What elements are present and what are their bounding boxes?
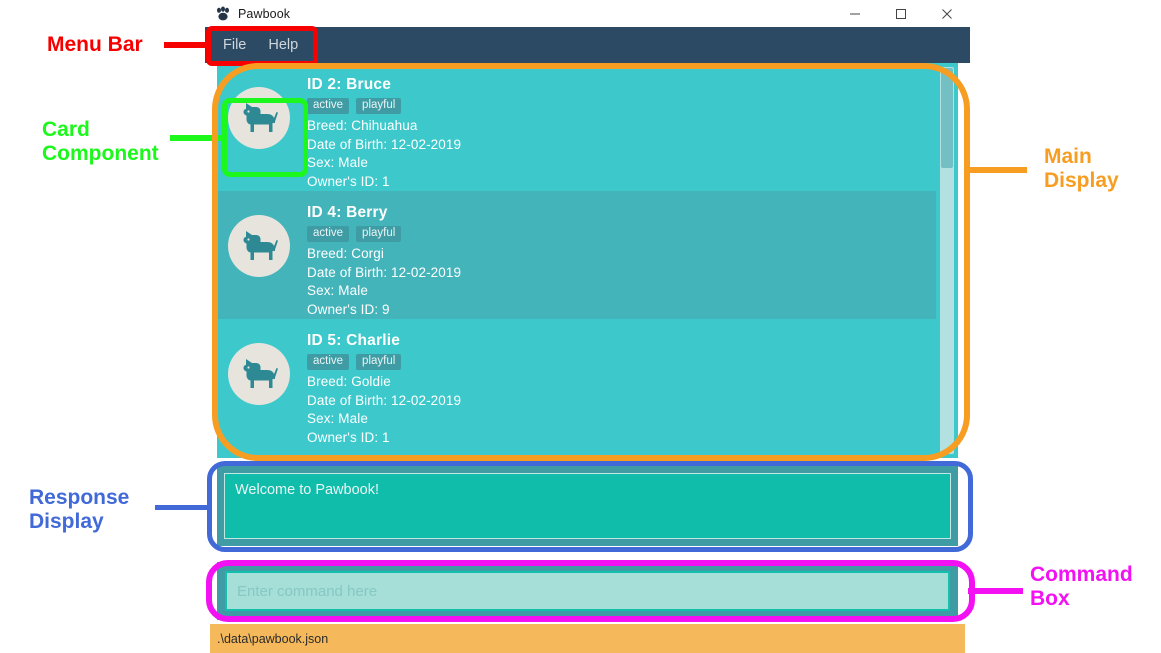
dog-icon <box>228 87 290 149</box>
card-title: ID 2: Bruce <box>307 76 392 93</box>
card-owner-id: Owner's ID: 9 <box>307 301 390 317</box>
annotation-label-response-display: Response Display <box>29 486 130 533</box>
menu-item-file[interactable]: File <box>223 37 246 53</box>
dog-icon <box>228 343 290 405</box>
card-breed: Breed: Goldie <box>307 374 391 389</box>
response-display-container: Welcome to Pawbook! <box>217 466 958 546</box>
card-sex: Sex: Male <box>307 283 368 298</box>
response-display: Welcome to Pawbook! <box>224 473 951 539</box>
tag-row: active playful <box>307 97 936 114</box>
main-display-scrollbar[interactable] <box>940 67 954 454</box>
card-details: ID 2: Bruce active playful Breed: Chihua… <box>301 77 936 188</box>
close-icon[interactable] <box>924 0 970 27</box>
card-component[interactable]: ID 5: Charlie active playful Breed: Gold… <box>217 319 936 447</box>
tag-row: active playful <box>307 225 936 242</box>
window-controls <box>832 0 970 27</box>
main-display: ID 2: Bruce active playful Breed: Chihua… <box>217 63 958 458</box>
card-breed: Breed: Corgi <box>307 246 384 261</box>
annotation-leader-response-display <box>155 505 211 510</box>
card-details: ID 5: Charlie active playful Breed: Gold… <box>301 333 936 444</box>
status-bar: .\data\pawbook.json <box>210 624 965 653</box>
window-title: Pawbook <box>238 6 291 21</box>
annotation-label-card-component: Card Component <box>42 118 159 165</box>
dog-icon <box>228 215 290 277</box>
command-input[interactable]: Enter command here <box>225 571 950 611</box>
app-window: Pawbook File Help ID 2: Bruce active pla… <box>205 0 970 653</box>
maximize-icon[interactable] <box>878 0 924 27</box>
card-component[interactable]: ID 2: Bruce active playful Breed: Chihua… <box>217 63 936 191</box>
card-dob: Date of Birth: 12-02-2019 <box>307 392 462 408</box>
tag-playful: playful <box>356 97 402 114</box>
card-component[interactable]: ID 4: Berry active playful Breed: Corgi … <box>217 191 936 319</box>
scrollbar-thumb[interactable] <box>941 68 953 168</box>
card-avatar <box>217 205 301 277</box>
card-breed: Breed: Chihuahua <box>307 118 418 133</box>
command-box-container: Enter command here <box>217 562 958 620</box>
paw-icon <box>215 6 231 22</box>
card-sex: Sex: Male <box>307 155 368 170</box>
card-avatar <box>217 77 301 149</box>
card-dob: Date of Birth: 12-02-2019 <box>307 136 462 152</box>
title-bar: Pawbook <box>205 0 970 27</box>
card-avatar <box>217 333 301 405</box>
annotation-leader-command-box <box>968 588 1023 594</box>
card-list[interactable]: ID 2: Bruce active playful Breed: Chihua… <box>217 63 936 458</box>
tag-active: active <box>307 353 350 370</box>
tag-row: active playful <box>307 353 936 370</box>
status-bar-path: .\data\pawbook.json <box>217 631 329 646</box>
menu-bar: File Help <box>205 27 970 63</box>
annotation-label-main-display: Main Display <box>1044 145 1119 192</box>
card-dob: Date of Birth: 12-02-2019 <box>307 264 462 280</box>
menu-item-help[interactable]: Help <box>268 37 298 53</box>
card-title: ID 5: Charlie <box>307 332 401 349</box>
card-owner-id: Owner's ID: 1 <box>307 429 390 445</box>
tag-active: active <box>307 97 350 114</box>
card-sex: Sex: Male <box>307 411 368 426</box>
card-owner-id: Owner's ID: 1 <box>307 173 390 189</box>
annotation-label-menu-bar: Menu Bar <box>47 33 143 56</box>
tag-playful: playful <box>356 225 402 242</box>
minimize-icon[interactable] <box>832 0 878 27</box>
annotation-leader-main-display <box>965 167 1027 173</box>
card-details: ID 4: Berry active playful Breed: Corgi … <box>301 205 936 316</box>
card-title: ID 4: Berry <box>307 204 388 221</box>
annotation-leader-menu-bar <box>164 42 210 48</box>
tag-playful: playful <box>356 353 402 370</box>
annotation-label-command-box: Command Box <box>1030 563 1133 610</box>
tag-active: active <box>307 225 350 242</box>
